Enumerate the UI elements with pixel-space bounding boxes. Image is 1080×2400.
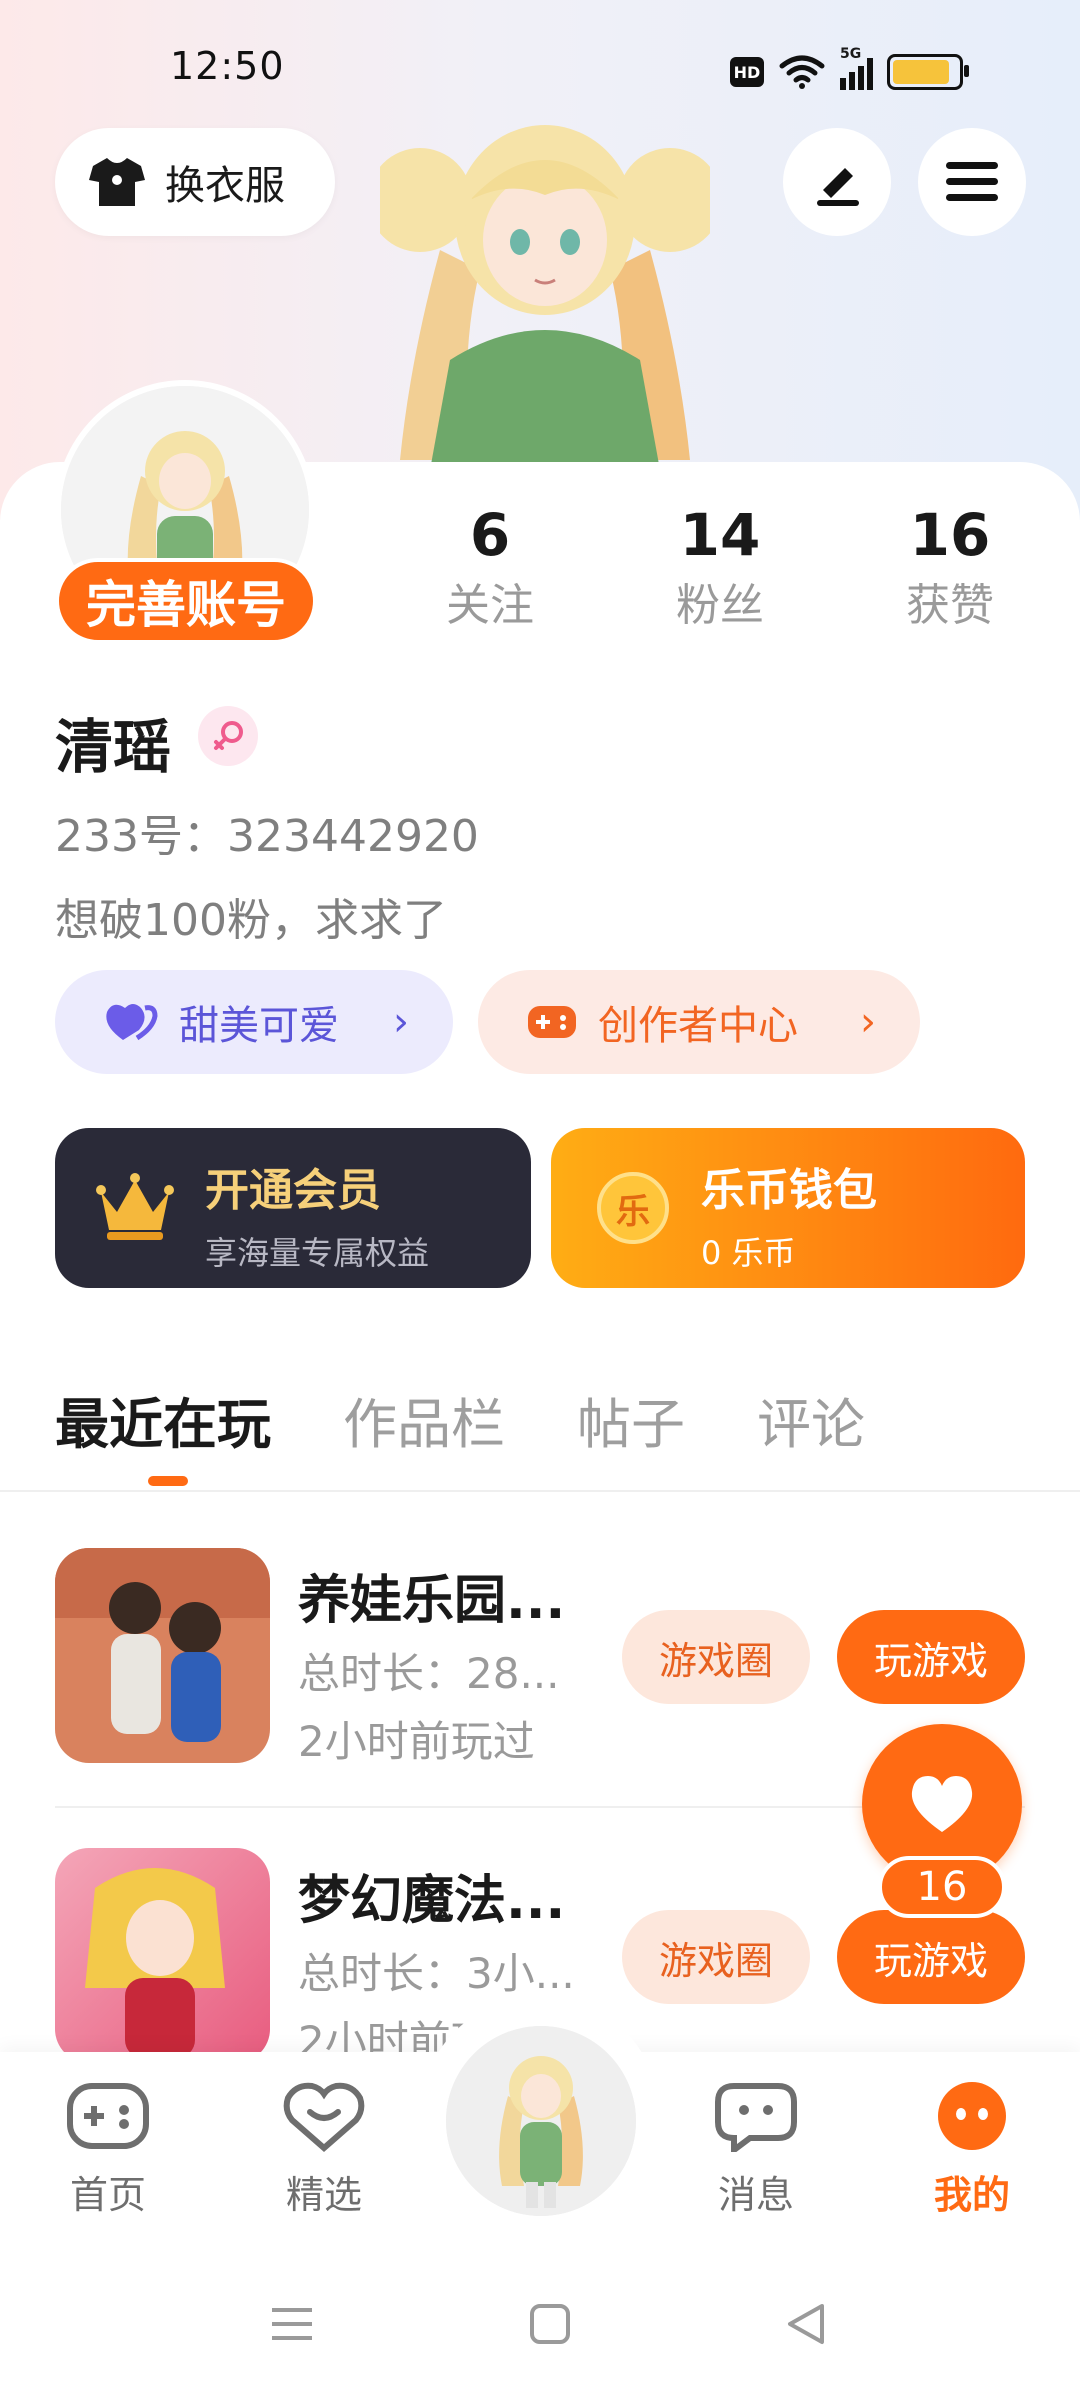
user-bio: 想破100粉，求求了 bbox=[55, 895, 447, 946]
system-nav-bar bbox=[0, 2252, 1080, 2400]
coin-icon: 乐 bbox=[597, 1172, 669, 1244]
hero-character-illustration bbox=[380, 125, 710, 470]
complete-account-button[interactable]: 完善账号 bbox=[55, 558, 317, 644]
creator-center-button[interactable]: 创作者中心 › bbox=[478, 970, 920, 1074]
game-duration: 总时长：3小... bbox=[298, 1949, 575, 1998]
stat-likes-label: 获赞 bbox=[906, 580, 994, 631]
menu-button[interactable] bbox=[918, 128, 1026, 236]
stat-following[interactable]: 6 关注 bbox=[400, 500, 580, 636]
nav-messages-label: 消息 bbox=[717, 2173, 794, 2217]
sweet-tag-label: 甜美可爱 bbox=[179, 1003, 339, 1049]
heart-chat-icon bbox=[283, 2082, 365, 2152]
wallet-title: 乐币钱包 bbox=[701, 1165, 877, 1216]
tshirt-icon bbox=[89, 158, 145, 206]
chevron-right-icon: › bbox=[860, 999, 876, 1045]
stat-likes[interactable]: 16 获赞 bbox=[860, 500, 1040, 636]
tab-comments[interactable]: 评论 bbox=[757, 1380, 865, 1459]
recent-apps-icon[interactable] bbox=[270, 2302, 314, 2346]
change-outfit-button[interactable]: 换衣服 bbox=[55, 128, 335, 236]
gamepad-icon bbox=[67, 2083, 149, 2149]
game-title: 养娃乐园... bbox=[298, 1571, 566, 1631]
heart-icon bbox=[911, 1776, 973, 1832]
vip-title: 开通会员 bbox=[205, 1165, 381, 1216]
avatar-icon bbox=[446, 2026, 636, 2216]
tab-divider bbox=[0, 1490, 1080, 1492]
profile-face-icon bbox=[938, 2082, 1006, 2150]
gamepad-icon bbox=[528, 1006, 576, 1038]
change-outfit-label: 换衣服 bbox=[165, 163, 285, 209]
heart-icon bbox=[106, 1004, 158, 1041]
chat-icon bbox=[715, 2083, 797, 2156]
edit-pen-icon bbox=[817, 168, 859, 206]
game-circle-button[interactable]: 游戏圈 bbox=[622, 1910, 810, 2004]
tab-indicator bbox=[148, 1476, 188, 1486]
play-game-button[interactable]: 玩游戏 bbox=[837, 1610, 1025, 1704]
nav-featured[interactable]: 精选 bbox=[244, 2080, 404, 2219]
vip-card[interactable]: 开通会员 享海量专属权益 bbox=[55, 1128, 531, 1288]
stat-likes-value: 16 bbox=[909, 501, 991, 569]
game-last-played: 2小时前玩过 bbox=[298, 1717, 535, 1766]
nav-home[interactable]: 首页 bbox=[28, 2080, 188, 2219]
status-time: 12:50 bbox=[170, 44, 285, 88]
network-label: 5G bbox=[840, 46, 862, 62]
username: 清瑶 bbox=[55, 713, 172, 781]
edit-button[interactable] bbox=[783, 128, 891, 236]
signal-icon: 5G bbox=[840, 46, 873, 90]
creator-center-label: 创作者中心 bbox=[598, 1003, 798, 1049]
vip-subtitle: 享海量专属权益 bbox=[205, 1234, 430, 1272]
tab-works[interactable]: 作品栏 bbox=[343, 1380, 505, 1459]
status-icons: HD 5G bbox=[730, 46, 969, 94]
profile-tabs: 最近在玩 作品栏 帖子 评论 bbox=[55, 1380, 865, 1459]
sweet-tag-button[interactable]: 甜美可爱 › bbox=[55, 970, 453, 1074]
gender-badge bbox=[198, 706, 258, 766]
nav-profile-label: 我的 bbox=[933, 2173, 1010, 2217]
nav-profile[interactable]: 我的 bbox=[892, 2080, 1052, 2219]
game-thumbnail bbox=[55, 1548, 270, 1763]
wallet-subtitle: 0 乐币 bbox=[701, 1234, 796, 1272]
home-icon[interactable] bbox=[528, 2302, 572, 2346]
game-thumbnail bbox=[55, 1848, 270, 2063]
like-count-badge: 16 bbox=[878, 1856, 1006, 1918]
hd-badge: HD bbox=[730, 57, 764, 87]
nav-messages[interactable]: 消息 bbox=[676, 2080, 836, 2219]
user-id: 233号：323442920 bbox=[55, 811, 479, 862]
hamburger-menu-icon bbox=[946, 162, 998, 201]
stat-followers-label: 粉丝 bbox=[676, 580, 764, 631]
coin-label: 乐 bbox=[616, 1191, 650, 1232]
game-title: 梦幻魔法... bbox=[298, 1871, 566, 1931]
chevron-right-icon: › bbox=[393, 999, 409, 1045]
game-circle-button[interactable]: 游戏圈 bbox=[622, 1610, 810, 1704]
tab-recently-played[interactable]: 最近在玩 bbox=[55, 1380, 271, 1459]
back-icon[interactable] bbox=[784, 2302, 828, 2346]
play-game-button[interactable]: 玩游戏 bbox=[837, 1910, 1025, 2004]
stat-following-label: 关注 bbox=[446, 580, 534, 631]
stat-followers-value: 14 bbox=[679, 501, 761, 569]
wallet-card[interactable]: 乐 乐币钱包 0 乐币 bbox=[551, 1128, 1025, 1288]
game-row[interactable]: 养娃乐园... 总时长：28... 2小时前玩过 游戏圈 玩游戏 bbox=[55, 1548, 1025, 1768]
female-icon bbox=[214, 721, 243, 750]
nav-featured-label: 精选 bbox=[285, 2173, 362, 2217]
battery-icon bbox=[887, 54, 969, 90]
wifi-icon bbox=[779, 55, 825, 89]
stat-followers[interactable]: 14 粉丝 bbox=[630, 500, 810, 636]
nav-home-label: 首页 bbox=[69, 2173, 146, 2217]
game-duration: 总时长：28... bbox=[298, 1649, 560, 1698]
stat-following-value: 6 bbox=[469, 501, 511, 569]
tab-posts[interactable]: 帖子 bbox=[577, 1380, 685, 1459]
nav-center-avatar[interactable] bbox=[446, 2026, 636, 2216]
crown-icon bbox=[96, 1173, 174, 1240]
